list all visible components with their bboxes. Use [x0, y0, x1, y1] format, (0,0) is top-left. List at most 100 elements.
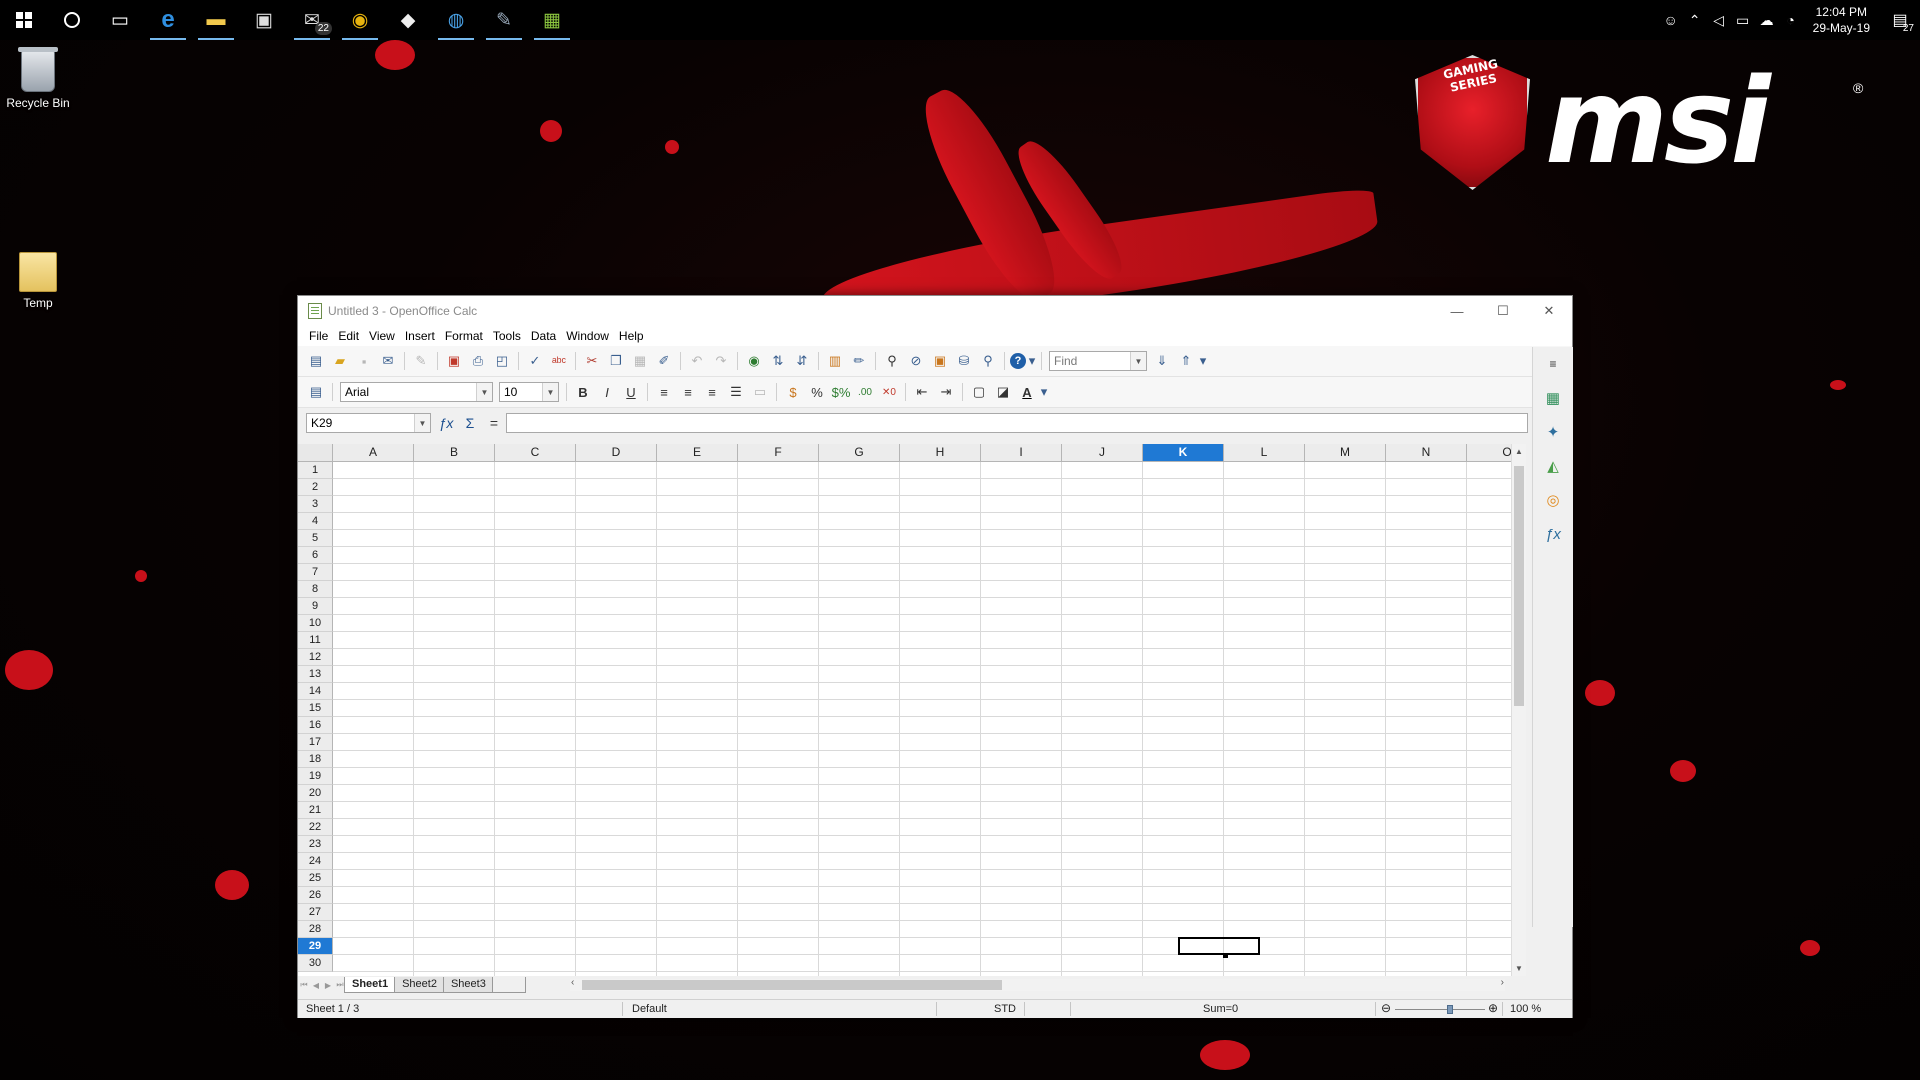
page-style[interactable]: Default: [632, 1003, 667, 1015]
standard-format-icon[interactable]: $%: [830, 381, 852, 403]
tool-icon[interactable]: ✎: [480, 0, 528, 40]
toolbar-options-icon[interactable]: ▾: [1199, 350, 1207, 372]
percent-format-icon[interactable]: %: [806, 381, 828, 403]
insert-sheet-tab[interactable]: [491, 977, 526, 993]
menu-insert[interactable]: Insert: [400, 329, 440, 343]
column-header[interactable]: G: [819, 444, 900, 462]
chevron-down-icon[interactable]: ▼: [1130, 352, 1146, 370]
maximize-button[interactable]: ☐: [1480, 296, 1526, 326]
chart-icon[interactable]: ▥: [824, 350, 846, 372]
styles-icon[interactable]: ✦: [1540, 419, 1566, 445]
previous-sheet-icon[interactable]: ◀: [310, 981, 322, 990]
edit-file-icon[interactable]: ✎: [410, 350, 432, 372]
scroll-left-icon[interactable]: ‹: [571, 977, 574, 988]
hyperlink-icon[interactable]: ◉: [743, 350, 765, 372]
borders-icon[interactable]: ▢: [968, 381, 990, 403]
vertical-scrollbar[interactable]: ▲ ▼: [1511, 444, 1526, 976]
column-header-selected[interactable]: K: [1143, 444, 1224, 462]
window-titlebar[interactable]: Untitled 3 - OpenOffice Calc — ☐ ✕: [298, 296, 1572, 326]
spellcheck-icon[interactable]: ✓: [524, 350, 546, 372]
align-left-icon[interactable]: ≡: [653, 381, 675, 403]
export-pdf-icon[interactable]: ▣: [443, 350, 465, 372]
sum-icon[interactable]: Σ: [458, 415, 482, 431]
cut-icon[interactable]: ✂: [581, 350, 603, 372]
italic-icon[interactable]: I: [596, 381, 618, 403]
formula-input[interactable]: [506, 413, 1528, 433]
row-header[interactable]: 24: [298, 853, 333, 870]
font-name-field[interactable]: Arial ▼: [340, 382, 493, 402]
menu-file[interactable]: File: [304, 329, 333, 343]
column-header[interactable]: H: [900, 444, 981, 462]
navigator-compass-icon[interactable]: ◎: [1540, 487, 1566, 513]
scroll-up-icon[interactable]: ▲: [1512, 447, 1526, 456]
row-header[interactable]: 1: [298, 462, 333, 479]
sum-display[interactable]: Sum=0: [1203, 1003, 1238, 1015]
column-header[interactable]: J: [1062, 444, 1143, 462]
row-header[interactable]: 10: [298, 615, 333, 632]
menu-window[interactable]: Window: [561, 329, 614, 343]
show-draw-functions-icon[interactable]: ✏: [848, 350, 870, 372]
column-header[interactable]: D: [576, 444, 657, 462]
gallery-sidebar-icon[interactable]: ◭: [1540, 453, 1566, 479]
row-header[interactable]: 20: [298, 785, 333, 802]
chevron-up-icon[interactable]: ⌃: [1683, 12, 1707, 29]
horizontal-scroll-thumb[interactable]: [582, 980, 1002, 990]
menu-format[interactable]: Format: [440, 329, 488, 343]
toolbar-options-icon[interactable]: ▾: [1028, 350, 1036, 372]
email-document-icon[interactable]: ✉: [377, 350, 399, 372]
increase-indent-icon[interactable]: ⇥: [935, 381, 957, 403]
background-color-icon[interactable]: ◪: [992, 381, 1014, 403]
sheet-tab-sheet3[interactable]: Sheet3: [442, 977, 494, 993]
column-header[interactable]: O: [1467, 444, 1511, 462]
spreadsheet-grid[interactable]: A B C D E F G H I J K L M N O 1234567891…: [298, 444, 1511, 976]
scroll-down-icon[interactable]: ▼: [1512, 964, 1526, 973]
row-header[interactable]: 18: [298, 751, 333, 768]
row-header[interactable]: 9: [298, 598, 333, 615]
row-header[interactable]: 19: [298, 768, 333, 785]
fox-icon[interactable]: ◆: [384, 0, 432, 40]
chevron-down-icon[interactable]: ▼: [414, 414, 430, 432]
find-field[interactable]: Find ▼: [1049, 351, 1147, 371]
navigator-icon[interactable]: ⊘: [905, 350, 927, 372]
row-header[interactable]: 8: [298, 581, 333, 598]
font-color-icon[interactable]: A: [1016, 381, 1038, 403]
cloud-icon[interactable]: ☁: [1755, 12, 1779, 29]
desktop-icon-recycle-bin[interactable]: Recycle Bin: [0, 47, 76, 110]
select-all-corner[interactable]: [298, 444, 333, 462]
action-center-icon[interactable]: ▤ 27: [1880, 10, 1920, 34]
close-button[interactable]: ✕: [1526, 296, 1572, 326]
column-header[interactable]: M: [1305, 444, 1386, 462]
row-header[interactable]: 23: [298, 836, 333, 853]
row-header[interactable]: 15: [298, 700, 333, 717]
function-equals-icon[interactable]: =: [482, 415, 506, 431]
chrome-icon[interactable]: ◉: [336, 0, 384, 40]
menu-tools[interactable]: Tools: [488, 329, 526, 343]
row-header[interactable]: 6: [298, 547, 333, 564]
underline-icon[interactable]: U: [620, 381, 642, 403]
row-header[interactable]: 7: [298, 564, 333, 581]
sidebar-menu-icon[interactable]: ≡: [1540, 351, 1566, 377]
justify-icon[interactable]: ☰: [725, 381, 747, 403]
open-folder-icon[interactable]: ▰: [329, 350, 351, 372]
page-preview-icon[interactable]: ◰: [491, 350, 513, 372]
sheet-tab-sheet2[interactable]: Sheet2: [394, 977, 445, 993]
row-header-selected[interactable]: 29: [298, 938, 333, 955]
row-header[interactable]: 27: [298, 904, 333, 921]
find-replace-icon[interactable]: ⚲: [881, 350, 903, 372]
gallery-icon[interactable]: ▣: [929, 350, 951, 372]
sheet-tab-sheet1[interactable]: Sheet1: [344, 977, 397, 993]
column-header[interactable]: A: [333, 444, 414, 462]
toolbar-options-icon[interactable]: ▾: [1040, 381, 1048, 403]
styles-formatting-icon[interactable]: ▤: [305, 381, 327, 403]
edge-icon[interactable]: e: [144, 0, 192, 40]
scroll-right-icon[interactable]: ›: [1501, 977, 1504, 988]
currency-format-icon[interactable]: $: [782, 381, 804, 403]
sort-descending-icon[interactable]: ⇵: [791, 350, 813, 372]
selection-mode[interactable]: STD: [994, 1003, 1016, 1015]
chevron-down-icon[interactable]: ▼: [476, 383, 492, 401]
row-header[interactable]: 30: [298, 955, 333, 972]
merge-cells-icon[interactable]: ▭: [749, 381, 771, 403]
volume-icon[interactable]: ◁: [1707, 12, 1731, 29]
row-header[interactable]: 12: [298, 649, 333, 666]
menu-edit[interactable]: Edit: [333, 329, 364, 343]
